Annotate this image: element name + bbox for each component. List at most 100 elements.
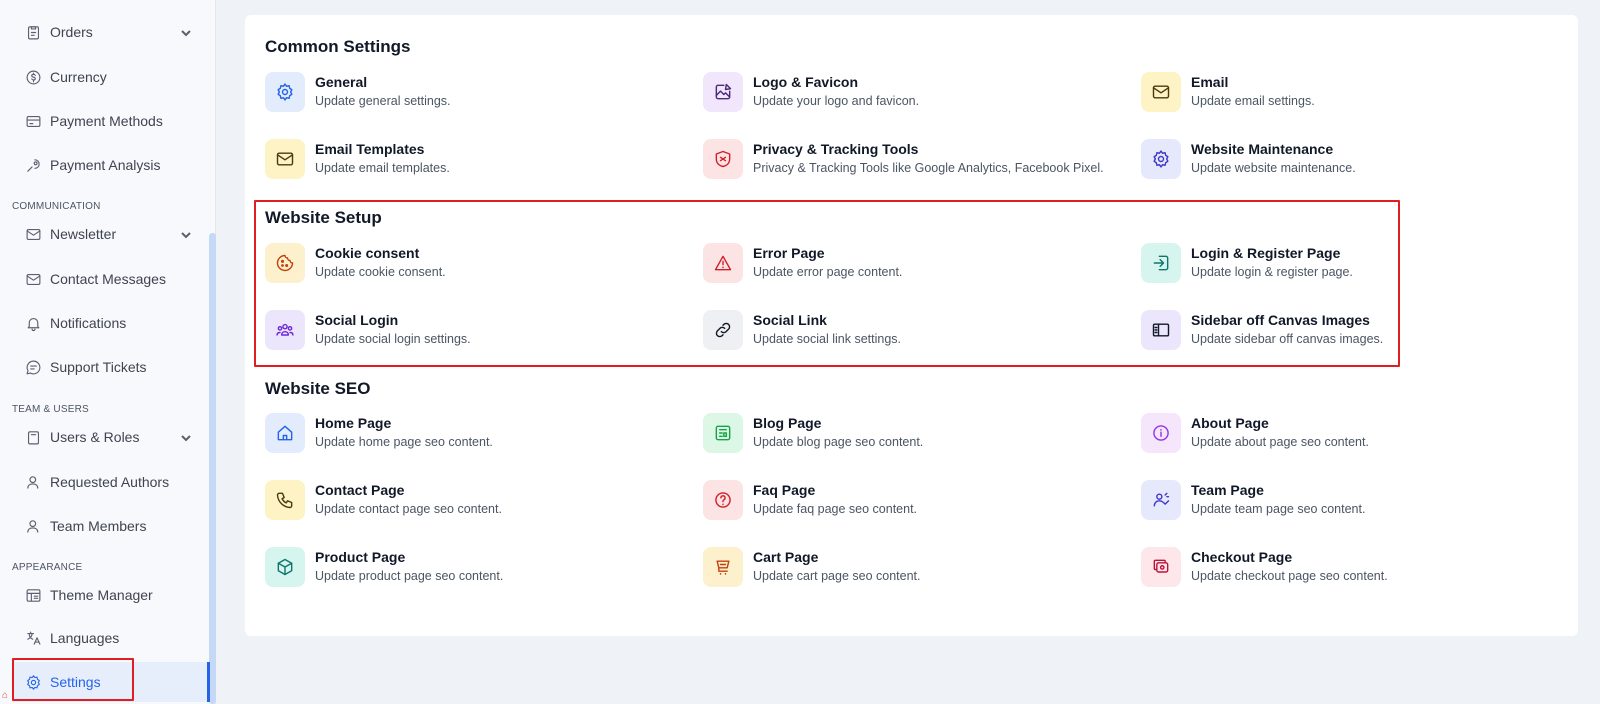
- tile-desc: Update home page seo content.: [315, 435, 493, 449]
- sidebar-item-label: Requested Authors: [50, 474, 170, 490]
- tile-email-templates[interactable]: Email Templates Update email templates.: [265, 139, 685, 187]
- sidebar-item-payment-methods[interactable]: Payment Methods: [12, 101, 210, 141]
- analysis-icon: [24, 156, 42, 174]
- sidebar-item-payment-analysis[interactable]: Payment Analysis: [12, 145, 210, 185]
- section-title-common-settings: Common Settings: [265, 37, 411, 56]
- user-icon: [24, 517, 42, 535]
- bell-icon: [24, 314, 42, 332]
- tile-login-register[interactable]: Login & Register Page Update login & regi…: [1141, 243, 1561, 291]
- sidebar-icon: [1141, 310, 1181, 350]
- sidebar: Orders Currency Payment Methods Payment …: [0, 0, 216, 704]
- cookie-icon: [265, 243, 305, 283]
- sidebar-item-label: Notifications: [50, 315, 127, 331]
- tile-contact-page[interactable]: Contact Page Update contact page seo cont…: [265, 480, 685, 528]
- sidebar-item-label: Users & Roles: [50, 429, 140, 445]
- tile-title: Sidebar off Canvas Images: [1191, 312, 1370, 328]
- tile-social-link[interactable]: Social Link Update social link settings.: [703, 310, 1123, 358]
- tile-desc: Update your logo and favicon.: [753, 94, 920, 108]
- phone-icon: [265, 480, 305, 520]
- sidebar-item-currency[interactable]: Currency: [12, 57, 210, 97]
- sidebar-item-theme-manager[interactable]: Theme Manager: [12, 575, 210, 615]
- login-icon: [1141, 243, 1181, 283]
- sidebar-scrollbar[interactable]: [209, 233, 216, 704]
- sidebar-item-support-tickets[interactable]: Support Tickets: [12, 347, 210, 387]
- chevron-down-icon[interactable]: [180, 26, 192, 38]
- sidebar-item-settings[interactable]: Settings: [12, 662, 210, 702]
- tile-title: Email: [1191, 74, 1229, 90]
- sidebar-item-languages[interactable]: Languages: [12, 618, 210, 658]
- tile-cookie-consent[interactable]: Cookie consent Update cookie consent.: [265, 243, 685, 291]
- sidebar-item-users-roles[interactable]: Users & Roles: [12, 417, 210, 457]
- cart-icon: [703, 547, 743, 587]
- tile-title: Website Maintenance: [1191, 141, 1334, 157]
- tile-error-page[interactable]: Error Page Update error page content.: [703, 243, 1123, 291]
- tile-cart-page[interactable]: Cart Page Update cart page seo content.: [703, 547, 1123, 595]
- tile-team-page[interactable]: Team Page Update team page seo content.: [1141, 480, 1561, 528]
- sidebar-item-label: Newsletter: [50, 226, 117, 242]
- credit-card-icon: [24, 112, 42, 130]
- sidebar-item-newsletter[interactable]: Newsletter: [12, 214, 210, 254]
- tile-desc: Update email settings.: [1191, 94, 1315, 108]
- sidebar-item-label: Payment Analysis: [50, 157, 161, 173]
- sidebar-item-team-members[interactable]: Team Members: [12, 506, 210, 546]
- clipboard-icon: [24, 23, 42, 41]
- tile-email[interactable]: Email Update email settings.: [1141, 72, 1561, 120]
- tile-title: Social Link: [753, 312, 827, 328]
- question-icon: [703, 480, 743, 520]
- tile-blog-page[interactable]: Blog Page Update blog page seo content.: [703, 413, 1123, 461]
- tile-product-page[interactable]: Product Page Update product page seo cont…: [265, 547, 685, 595]
- user-roles-icon: [24, 428, 42, 446]
- sidebar-section-communication: COMMUNICATION: [12, 201, 101, 212]
- chat-icon: [24, 358, 42, 376]
- tile-title: Cart Page: [753, 549, 819, 565]
- tile-title: Social Login: [315, 312, 399, 328]
- tile-title: Home Page: [315, 415, 392, 431]
- tile-desc: Update cookie consent.: [315, 265, 446, 279]
- sidebar-item-label: Currency: [50, 69, 107, 85]
- mail-open-icon: [24, 270, 42, 288]
- section-title-website-seo: Website SEO: [265, 379, 371, 398]
- tile-title: Contact Page: [315, 482, 405, 498]
- team-icon: [1141, 480, 1181, 520]
- layout-icon: [24, 586, 42, 604]
- mail-icon: [24, 225, 42, 243]
- sidebar-item-orders[interactable]: Orders: [12, 12, 210, 52]
- chevron-down-icon[interactable]: [180, 431, 192, 443]
- gear-icon: [265, 72, 305, 112]
- tile-logo-favicon[interactable]: Logo & Favicon Update your logo and favic…: [703, 72, 1123, 120]
- tile-sidebar-canvas-images[interactable]: Sidebar off Canvas Images Update sidebar …: [1141, 310, 1561, 358]
- tile-desc: Update cart page seo content.: [753, 569, 921, 583]
- sidebar-item-label: Orders: [50, 24, 93, 40]
- tile-about-page[interactable]: About Page Update about page seo content.: [1141, 413, 1561, 461]
- tile-desc: Update login & register page.: [1191, 265, 1353, 279]
- tile-title: Product Page: [315, 549, 406, 565]
- tile-desc: Update error page content.: [753, 265, 903, 279]
- tile-checkout-page[interactable]: Checkout Page Update checkout page seo co…: [1141, 547, 1561, 595]
- tile-faq-page[interactable]: Faq Page Update faq page seo content.: [703, 480, 1123, 528]
- tile-title: Cookie consent: [315, 245, 420, 261]
- tile-desc: Update product page seo content.: [315, 569, 504, 583]
- tile-general[interactable]: General Update general settings.: [265, 72, 685, 120]
- warning-icon: [703, 243, 743, 283]
- sidebar-item-label: Settings: [50, 674, 101, 690]
- cursor-icon: ⌂: [2, 690, 9, 701]
- sidebar-item-label: Support Tickets: [50, 359, 147, 375]
- sidebar-item-label: Languages: [50, 630, 120, 646]
- sidebar-item-requested-authors[interactable]: Requested Authors: [12, 462, 210, 502]
- sidebar-item-label: Payment Methods: [50, 113, 163, 129]
- tile-social-login[interactable]: Social Login Update social login settings…: [265, 310, 685, 358]
- tile-website-maintenance[interactable]: Website Maintenance Update website mainte…: [1141, 139, 1561, 187]
- section-title-website-setup: Website Setup: [265, 208, 382, 227]
- sidebar-item-notifications[interactable]: Notifications: [12, 303, 210, 343]
- sidebar-section-team-users: TEAM & USERS: [12, 404, 89, 415]
- tile-title: Team Page: [1191, 482, 1264, 498]
- tile-home-page[interactable]: Home Page Update home page seo content.: [265, 413, 685, 461]
- sidebar-item-contact-messages[interactable]: Contact Messages: [12, 259, 210, 299]
- news-icon: [703, 413, 743, 453]
- tile-desc: Update contact page seo content.: [315, 502, 502, 516]
- chevron-down-icon[interactable]: [180, 228, 192, 240]
- users-group-icon: [265, 310, 305, 350]
- mail-icon: [1141, 72, 1181, 112]
- tile-privacy-tracking[interactable]: Privacy & Tracking Tools Privacy & Tracki…: [703, 139, 1123, 187]
- tile-desc: Update email templates.: [315, 161, 450, 175]
